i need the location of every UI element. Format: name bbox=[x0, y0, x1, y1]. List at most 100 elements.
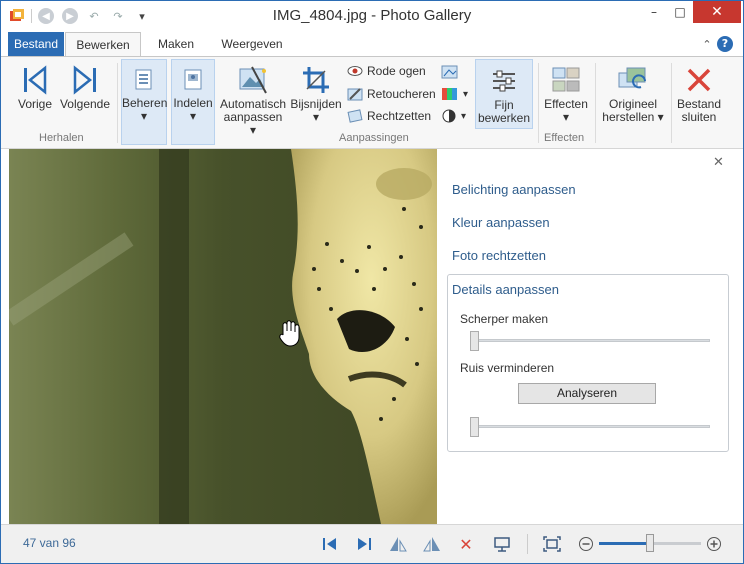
revert-original-label-2: herstellen bbox=[602, 110, 655, 124]
close-file-label-1: Bestand bbox=[676, 97, 722, 111]
revert-original-button[interactable]: Origineel herstellen ▾ bbox=[601, 65, 665, 124]
sharpen-slider-thumb[interactable] bbox=[470, 331, 479, 351]
collapse-ribbon-icon[interactable]: ⌃ bbox=[697, 34, 717, 54]
rotate-right-icon[interactable] bbox=[421, 533, 443, 555]
red-eye-button[interactable]: Rode ogen bbox=[347, 64, 426, 78]
retouch-icon bbox=[347, 88, 363, 101]
straighten-icon bbox=[347, 109, 363, 123]
ribbon-tabs: Bestand Bewerken Maken Weergeven ⌃ ? bbox=[1, 32, 743, 57]
manage-icon bbox=[135, 69, 152, 90]
adjust-color-link[interactable]: Kleur aanpassen bbox=[452, 215, 550, 230]
zoom-in-icon[interactable] bbox=[703, 533, 725, 555]
auto-adjust-label-1: Automatisch bbox=[219, 97, 287, 111]
fine-tune-icon bbox=[493, 70, 515, 92]
tab-bestand[interactable]: Bestand bbox=[8, 32, 64, 56]
retouch-label: Retoucheren bbox=[367, 87, 436, 101]
last-photo-icon[interactable] bbox=[353, 533, 375, 555]
group-label-herhalen: Herhalen bbox=[39, 132, 84, 144]
tab-bewerken[interactable]: Bewerken bbox=[65, 32, 141, 57]
previous-icon bbox=[24, 65, 47, 95]
analyze-button[interactable]: Analyseren bbox=[518, 383, 656, 404]
previous-button[interactable]: Vorige bbox=[15, 65, 55, 111]
photo-gallery-window: ◀ ▶ ↶ ↷ ▾ IMG_4804.jpg - Photo Gallery –… bbox=[0, 0, 744, 564]
color-button[interactable]: ▾ bbox=[441, 86, 468, 102]
straighten-photo-link[interactable]: Foto rechtzetten bbox=[452, 248, 546, 263]
zoom-out-icon[interactable] bbox=[575, 533, 597, 555]
first-photo-icon[interactable] bbox=[319, 533, 341, 555]
exposure-icon bbox=[441, 65, 458, 79]
auto-adjust-icon bbox=[239, 66, 267, 94]
adjust-details-link[interactable]: Details aanpassen bbox=[452, 282, 559, 297]
red-eye-icon bbox=[347, 66, 363, 76]
tab-weergeven[interactable]: Weergeven bbox=[215, 32, 289, 56]
group-separator bbox=[671, 63, 672, 143]
panel-close-icon[interactable]: ✕ bbox=[713, 155, 724, 170]
title-bar: ◀ ▶ ↶ ↷ ▾ IMG_4804.jpg - Photo Gallery –… bbox=[1, 1, 743, 31]
help-icon[interactable]: ? bbox=[717, 36, 733, 52]
photo-image bbox=[9, 149, 437, 524]
noise-label: Ruis verminderen bbox=[460, 361, 555, 375]
status-separator bbox=[527, 534, 528, 554]
group-label-aanpassingen: Aanpassingen bbox=[339, 132, 409, 144]
fine-tune-panel: ✕ Belichting aanpassen Kleur aanpassen F… bbox=[437, 149, 743, 524]
auto-adjust-label-2: aanpassen bbox=[223, 110, 283, 124]
slideshow-icon[interactable] bbox=[491, 533, 513, 555]
crop-icon bbox=[303, 67, 329, 93]
adjust-exposure-link[interactable]: Belichting aanpassen bbox=[452, 182, 576, 197]
group-separator bbox=[538, 63, 539, 143]
zoom-slider-fill bbox=[599, 542, 650, 545]
black-white-icon bbox=[442, 109, 456, 123]
organize-label: Indelen bbox=[173, 96, 213, 110]
maximize-button[interactable]: □ bbox=[667, 1, 693, 23]
tab-maken[interactable]: Maken bbox=[147, 32, 205, 56]
photo-canvas[interactable] bbox=[9, 149, 437, 524]
revert-original-label-1: Origineel bbox=[608, 97, 658, 111]
crop-button[interactable]: Bijsnijden ▾ bbox=[289, 65, 343, 124]
effects-label: Effecten bbox=[544, 97, 588, 111]
close-button[interactable]: ✕ bbox=[693, 1, 741, 23]
black-white-button[interactable]: ▾ bbox=[441, 108, 466, 124]
minimize-button[interactable]: – bbox=[641, 1, 667, 23]
photo-position: 47 van 96 bbox=[23, 536, 76, 550]
adjust-details-section: Details aanpassen Scherper maken Ruis ve… bbox=[447, 274, 729, 452]
organize-dropdown-icon: ▾ bbox=[189, 109, 197, 123]
black-white-dropdown-icon: ▾ bbox=[461, 110, 467, 122]
fine-tune-button[interactable]: Fijn bewerken bbox=[475, 59, 533, 129]
noise-slider-thumb[interactable] bbox=[470, 417, 479, 437]
group-label-effecten: Effecten bbox=[544, 132, 585, 144]
sharpen-slider-track[interactable] bbox=[470, 339, 710, 342]
exposure-button[interactable] bbox=[441, 64, 459, 80]
sharpen-label: Scherper maken bbox=[460, 312, 549, 326]
effects-dropdown-icon: ▾ bbox=[562, 110, 570, 124]
group-separator bbox=[117, 63, 118, 143]
fit-to-window-icon[interactable] bbox=[541, 533, 563, 555]
organize-icon bbox=[184, 69, 202, 90]
delete-icon[interactable]: ✕ bbox=[455, 533, 477, 555]
fine-tune-label-2: bewerken bbox=[477, 111, 531, 125]
rotate-left-icon[interactable] bbox=[387, 533, 409, 555]
revert-original-icon bbox=[618, 67, 646, 89]
manage-dropdown-icon: ▾ bbox=[140, 109, 148, 123]
effects-button[interactable]: Effecten ▾ bbox=[542, 65, 590, 124]
straighten-button[interactable]: Rechtzetten bbox=[347, 108, 431, 124]
manage-button[interactable]: Beheren ▾ bbox=[121, 59, 167, 145]
effects-icon bbox=[552, 67, 580, 92]
next-button[interactable]: Volgende bbox=[57, 65, 113, 111]
close-file-label-2: sluiten bbox=[681, 110, 717, 124]
red-eye-label: Rode ogen bbox=[367, 64, 426, 78]
auto-adjust-dropdown-icon: ▾ bbox=[249, 123, 257, 137]
zoom-slider-thumb[interactable] bbox=[646, 534, 654, 552]
close-file-button[interactable]: Bestand sluiten bbox=[675, 65, 723, 124]
hand-cursor-icon bbox=[279, 320, 300, 347]
noise-slider-track[interactable] bbox=[470, 425, 710, 428]
crop-dropdown-icon: ▾ bbox=[312, 110, 320, 124]
auto-adjust-button[interactable]: Automatisch aanpassen ▾ bbox=[219, 65, 287, 137]
next-label: Volgende bbox=[59, 97, 111, 111]
organize-button[interactable]: Indelen ▾ bbox=[171, 59, 215, 145]
retouch-button[interactable]: Retoucheren bbox=[347, 86, 436, 102]
previous-label: Vorige bbox=[17, 97, 53, 111]
status-bar: 47 van 96 ✕ bbox=[1, 524, 743, 563]
next-icon bbox=[73, 65, 96, 95]
color-dropdown-icon: ▾ bbox=[463, 88, 469, 100]
crop-label: Bijsnijden bbox=[290, 97, 342, 111]
